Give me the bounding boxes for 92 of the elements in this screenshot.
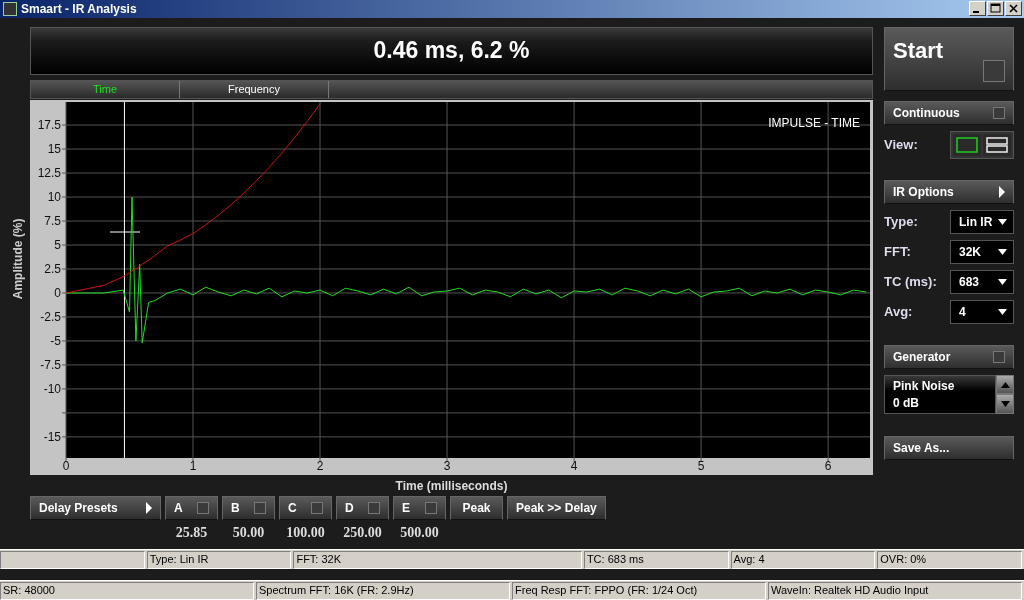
status-cell: TC: 683 ms	[583, 551, 729, 570]
peak-delay-button[interactable]: Peak >> Delay	[507, 495, 606, 520]
y-tick-label: 0	[54, 285, 61, 300]
view-label: View:	[884, 137, 919, 153]
x-tick-label: 5	[697, 458, 705, 473]
continuous-button[interactable]: Continuous	[884, 100, 1014, 125]
status-cell: Spectrum FFT: 16K (FR: 2.9Hz)	[256, 582, 510, 600]
signal-list[interactable]: Pink Noise 0 dB	[884, 374, 996, 414]
x-tick-label: 6	[824, 458, 832, 473]
y-axis-label: Amplitude (%)	[11, 218, 25, 300]
y-tick-label: -5	[50, 333, 61, 348]
arrow-down-icon	[1000, 401, 1010, 408]
generator-button[interactable]: Generator	[884, 344, 1014, 369]
preset-button[interactable]: E	[393, 495, 446, 520]
x-tick-label: 2	[316, 458, 324, 473]
signal-setting: 0 dB	[893, 395, 920, 410]
y-tick-label: -2.5	[40, 309, 61, 324]
status-cell: OVR: 0%	[877, 551, 1022, 570]
checkbox[interactable]	[993, 106, 1005, 119]
delay-presets-button[interactable]: Delay Presets	[30, 495, 161, 520]
y-tick-label: 15	[47, 142, 61, 156]
spin-up-button[interactable]	[996, 374, 1014, 395]
setting-label: Avg:	[884, 304, 914, 320]
checkbox[interactable]	[425, 501, 437, 514]
cursor-marker	[109, 231, 141, 233]
caret-icon	[998, 278, 1007, 285]
status-cell: Type: Lin IR	[146, 551, 292, 570]
arrow-right-icon	[999, 185, 1005, 198]
preset-value: 250.00	[342, 524, 383, 541]
setting-label: FFT:	[884, 244, 912, 260]
view-button[interactable]	[983, 133, 1011, 156]
y-tick-label: 12.5	[37, 166, 61, 180]
chart-title: IMPULSE - TIME	[768, 115, 860, 130]
minimize-icon[interactable]	[969, 1, 986, 17]
window-title: Smaart - IR Analysis	[21, 2, 137, 16]
app-icon	[3, 2, 17, 16]
y-tick-label: 10	[47, 189, 61, 204]
y-tick-label: 2.5	[44, 261, 61, 276]
arrow-right-icon	[146, 501, 152, 514]
preset-value: 500.00	[399, 524, 440, 541]
x-axis-label: Time (milliseconds)	[395, 478, 508, 493]
checkbox[interactable]	[197, 501, 209, 514]
signal-setting: Pink Noise	[893, 378, 956, 393]
start-button[interactable]: Start	[884, 26, 1014, 91]
x-tick-label: 3	[443, 458, 451, 473]
setting-label: Type:	[884, 214, 919, 230]
y-tick-label: -7.5	[40, 357, 61, 372]
close-icon[interactable]	[1005, 1, 1022, 17]
checkbox[interactable]	[254, 501, 266, 514]
ir-options-button[interactable]: IR Options	[884, 179, 1014, 204]
preset-value: 25.85	[174, 524, 209, 541]
measurement-readout: 0.46 ms, 6.2 %	[373, 37, 530, 65]
dropdown[interactable]: Lin IR	[950, 209, 1014, 234]
checkbox[interactable]	[993, 350, 1005, 363]
y-tick-label: 17.5	[37, 118, 61, 132]
y-tick-label: -15	[43, 429, 61, 444]
split-pane-icon	[986, 136, 1008, 153]
status-cell: FFT: 32K	[293, 551, 582, 570]
preset-value: 50.00	[231, 524, 266, 541]
preset-value: 100.00	[285, 524, 326, 541]
status-cell: SR: 48000	[0, 582, 254, 600]
status-cell: Freq Resp FFT: FPPO (FR: 1/24 Oct)	[512, 582, 766, 600]
peak-button[interactable]: Peak	[450, 495, 503, 520]
caret-icon	[998, 218, 1007, 225]
tab[interactable]: Time	[31, 80, 180, 98]
spin-down-button[interactable]	[996, 394, 1014, 414]
single-pane-icon	[956, 136, 978, 153]
preset-button[interactable]: D	[336, 495, 389, 520]
dropdown[interactable]: 4	[950, 299, 1014, 324]
y-tick-label: 7.5	[44, 213, 61, 228]
dropdown[interactable]: 32K	[950, 239, 1014, 264]
setting-label: TC (ms):	[884, 274, 938, 290]
preset-button[interactable]: B	[222, 495, 275, 520]
status-cell: WaveIn: Realtek HD Audio Input	[768, 582, 1022, 600]
tab[interactable]: Frequency	[180, 80, 329, 98]
checkbox[interactable]	[368, 501, 380, 514]
maximize-icon[interactable]	[987, 1, 1004, 17]
save-as-button[interactable]: Save As...	[884, 435, 1014, 460]
status-cell: Avg: 4	[730, 551, 876, 570]
x-tick-label: 4	[570, 458, 578, 473]
preset-button[interactable]: C	[279, 495, 332, 520]
caret-icon	[998, 308, 1007, 315]
view-button[interactable]	[953, 133, 981, 156]
caret-icon	[998, 248, 1007, 255]
y-tick-label: -10	[43, 381, 61, 396]
x-tick-label: 0	[62, 458, 70, 473]
y-tick-label: 5	[54, 237, 61, 252]
x-tick-label: 1	[189, 458, 197, 473]
preset-button[interactable]: A	[165, 495, 218, 520]
arrow-up-icon	[1000, 381, 1010, 388]
checkbox[interactable]	[311, 501, 323, 514]
dropdown[interactable]: 683	[950, 269, 1014, 294]
